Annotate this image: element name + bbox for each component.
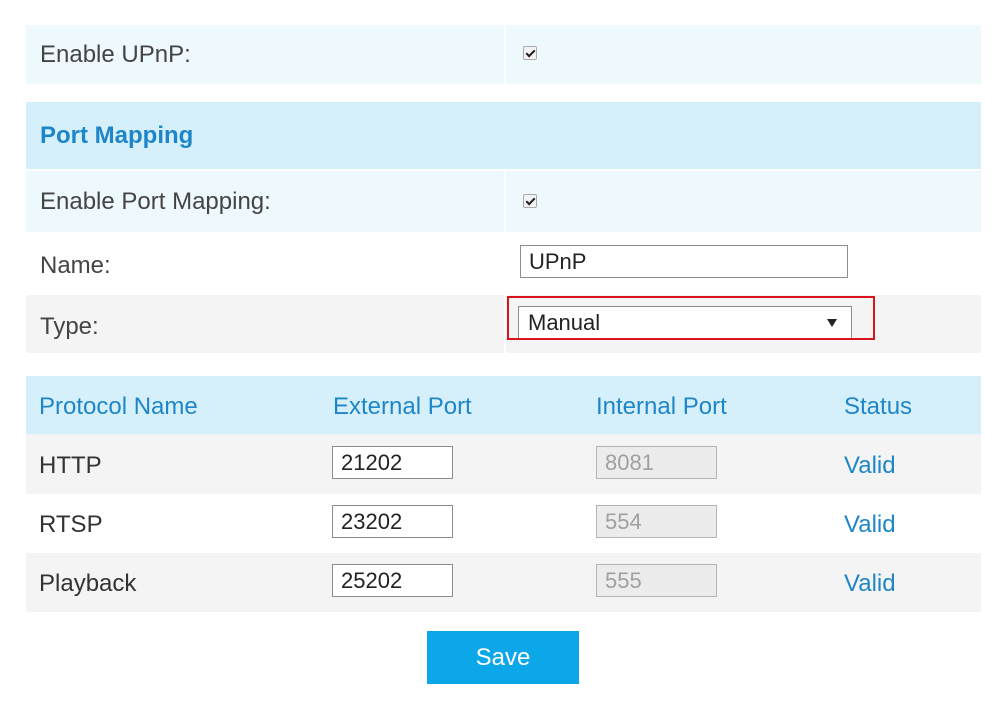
external-port-input[interactable] (332, 505, 453, 538)
port-mapping-title: Port Mapping (40, 122, 194, 149)
table-row: Playback Valid (26, 553, 981, 612)
status-text: Valid (844, 511, 896, 538)
column-header-status: Status (844, 393, 913, 420)
row-divider (504, 25, 506, 84)
external-port-input[interactable] (332, 564, 453, 597)
type-row: Type: Manual (26, 295, 981, 353)
enable-upnp-row: Enable UPnP: (26, 25, 981, 84)
type-label: Type: (40, 313, 99, 340)
protocol-name: RTSP (39, 511, 103, 538)
table-header-row: Protocol Name External Port Internal Por… (26, 376, 981, 434)
enable-port-mapping-label: Enable Port Mapping: (40, 188, 271, 215)
table-row: HTTP Valid (26, 434, 981, 494)
status-text: Valid (844, 570, 896, 597)
enable-port-mapping-row: Enable Port Mapping: (26, 171, 981, 232)
port-mapping-section-header: Port Mapping (26, 102, 981, 169)
internal-port-input (596, 564, 717, 597)
status-text: Valid (844, 452, 896, 479)
name-input[interactable] (520, 245, 848, 278)
name-label: Name: (40, 252, 111, 279)
external-port-input[interactable] (332, 446, 453, 479)
name-row: Name: (26, 234, 981, 293)
enable-upnp-checkbox[interactable] (523, 46, 537, 60)
internal-port-input (596, 446, 717, 479)
column-header-internal-port: Internal Port (596, 393, 727, 420)
internal-port-input (596, 505, 717, 538)
enable-port-mapping-checkbox[interactable] (523, 194, 537, 208)
enable-upnp-label: Enable UPnP: (40, 41, 191, 68)
table-row: RTSP Valid (26, 494, 981, 553)
column-header-external-port: External Port (333, 393, 472, 420)
save-button[interactable]: Save (427, 631, 579, 684)
row-divider (504, 171, 506, 232)
column-header-protocol: Protocol Name (39, 393, 198, 420)
type-select-highlight (507, 296, 875, 340)
protocol-name: HTTP (39, 452, 102, 479)
row-divider (504, 295, 506, 353)
protocol-name: Playback (39, 570, 137, 597)
